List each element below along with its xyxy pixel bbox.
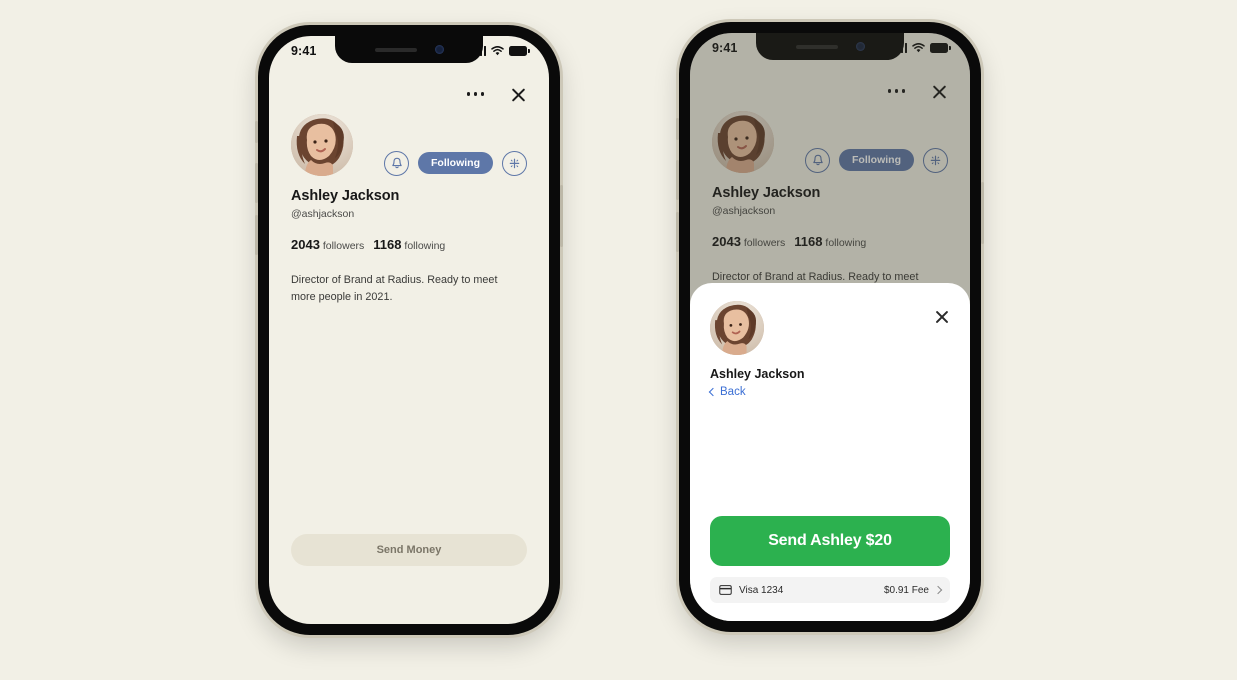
following-label: following bbox=[404, 240, 446, 252]
screen-left: 9:41 Following Ashley Jackson @ashjackso… bbox=[269, 36, 549, 624]
payment-method-label: Visa 1234 bbox=[739, 584, 784, 596]
send-money-button[interactable]: Send Money bbox=[291, 534, 527, 566]
payment-method-row[interactable]: Visa 1234 $0.91 Fee bbox=[710, 577, 950, 603]
back-label: Back bbox=[720, 386, 746, 398]
phone-left: 9:41 Following Ashley Jackson @ashjackso… bbox=[255, 25, 563, 635]
wifi-icon bbox=[491, 46, 504, 56]
followers-label: followers bbox=[322, 240, 365, 252]
modal-header bbox=[710, 301, 950, 355]
silent-switch[interactable] bbox=[676, 118, 679, 140]
volume-up-button[interactable] bbox=[676, 160, 679, 200]
credit-card-icon bbox=[719, 585, 732, 595]
chevron-left-icon bbox=[708, 387, 718, 397]
power-button[interactable] bbox=[560, 185, 563, 247]
send-money-modal: Ashley Jackson Back Send Ashley $20 Visa… bbox=[690, 283, 970, 621]
followers-count: 2043 bbox=[291, 237, 320, 252]
volume-up-button[interactable] bbox=[255, 163, 258, 203]
back-link[interactable]: Back bbox=[708, 386, 950, 398]
payment-fee-label: $0.91 Fee bbox=[883, 584, 929, 596]
silent-switch[interactable] bbox=[255, 121, 258, 143]
send-payment-button[interactable]: Send Ashley $20 bbox=[710, 516, 950, 566]
following-count: 1168 bbox=[373, 237, 402, 252]
screen-right: 9:41 Following Ashley Jackson @ashjackso… bbox=[690, 33, 970, 621]
profile-page-left: Following Ashley Jackson @ashjackson 204… bbox=[269, 36, 549, 624]
chevron-right-icon bbox=[933, 585, 943, 595]
more-options-icon[interactable] bbox=[466, 92, 484, 96]
avatar bbox=[291, 114, 353, 176]
close-icon[interactable] bbox=[510, 86, 527, 103]
payment-fee-info: $0.91 Fee bbox=[883, 584, 943, 596]
notch bbox=[335, 36, 483, 63]
volume-down-button[interactable] bbox=[676, 212, 679, 252]
profile-stats: 2043 followers 1168 following bbox=[291, 237, 527, 252]
modal-spacer bbox=[710, 398, 950, 516]
modal-avatar bbox=[710, 301, 764, 355]
phone-right: 9:41 Following Ashley Jackson @ashjackso… bbox=[676, 22, 984, 632]
profile-bio: Director of Brand at Radius. Ready to me… bbox=[291, 274, 498, 303]
status-time: 9:41 bbox=[291, 44, 317, 58]
power-button[interactable] bbox=[981, 182, 984, 244]
speaker-grill bbox=[374, 47, 417, 52]
bell-icon[interactable] bbox=[384, 150, 409, 176]
sparkle-add-icon[interactable] bbox=[502, 150, 527, 176]
volume-down-button[interactable] bbox=[255, 215, 258, 255]
payment-method-info: Visa 1234 bbox=[719, 585, 783, 596]
front-camera-icon bbox=[434, 45, 444, 54]
modal-close-icon[interactable] bbox=[934, 309, 950, 325]
battery-icon bbox=[509, 46, 530, 56]
profile-handle: @ashjackson bbox=[291, 208, 355, 220]
following-button[interactable]: Following bbox=[418, 151, 493, 175]
modal-recipient-name: Ashley Jackson bbox=[710, 367, 805, 381]
profile-name: Ashley Jackson bbox=[291, 188, 400, 204]
